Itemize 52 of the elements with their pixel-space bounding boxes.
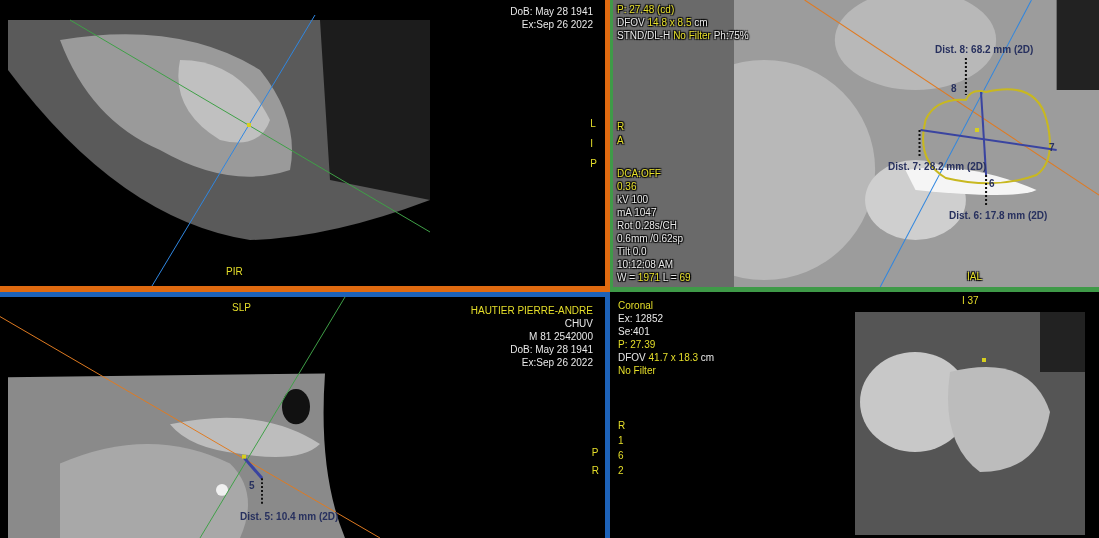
info-line: Ex:Sep 26 2022 (521, 357, 593, 369)
orientation-label: P (590, 158, 597, 170)
info-line: kV 100 (617, 194, 649, 206)
orientation-label: 1 (618, 435, 625, 447)
info-line: P: 27.39 (618, 339, 656, 351)
measurement-drawing (242, 456, 264, 506)
measurement-number: 7 (1049, 142, 1055, 153)
info-line: DFOV 41.7 x 18.3 cm (618, 352, 715, 364)
info-line: DCA:OFF (617, 168, 661, 180)
info-line: Ex: 12852 (618, 313, 664, 325)
orientation-label: PIR (226, 266, 243, 278)
orientation-label: P (591, 447, 599, 459)
info-line: DFOV 14.8 x 8.5 cm (617, 17, 708, 29)
info-line: Se:401 (618, 326, 650, 338)
info-line: 10:12:08 AM (617, 259, 674, 271)
info-line: 0.6mm /0.62sp (617, 233, 684, 245)
center-marker-icon (982, 358, 986, 362)
info-line: Ex:Sep 26 2022 (521, 19, 593, 31)
info-line: Rot 0.28s/CH (617, 220, 678, 232)
info-line: 0.36 (617, 181, 637, 193)
info-line: M 81 2542000 (529, 331, 593, 343)
info-line: Tilt 0.0 (617, 246, 647, 258)
info-line: HAUTIER PIERRE-ANDRE (470, 305, 593, 317)
orientation-label: R (618, 420, 626, 432)
orientation-label: 6 (618, 450, 625, 462)
viewport-panel[interactable]: DoB: May 28 1941 Ex:Sep 26 2022 L I P PIR (0, 0, 610, 292)
info-line: DoB: May 28 1941 (510, 6, 593, 18)
center-marker-icon (975, 128, 979, 132)
center-marker-icon (247, 123, 251, 127)
measurement-number: 5 (249, 480, 255, 491)
orientation-label: R (591, 465, 599, 477)
measurement-label: Dist. 6: 17.8 mm (2D) (949, 210, 1048, 221)
measurement-label: Dist. 5: 10.4 mm (2D) (240, 511, 339, 522)
orientation-label: SLP (232, 302, 251, 314)
info-line: P: 27.48 (cd) (617, 4, 675, 16)
info-line: STND/DL-H No Filter Ph:75% (617, 30, 749, 42)
measurement-number: 8 (951, 83, 957, 94)
orientation-label: L (590, 118, 597, 130)
orientation-label: I 37 (962, 295, 979, 307)
orientation-label: IAL (967, 271, 982, 283)
info-line: DoB: May 28 1941 (510, 344, 593, 356)
orientation-label: R (617, 121, 625, 133)
orientation-label: A (617, 135, 625, 147)
info-line: W = 1971 L = 69 (617, 272, 691, 284)
info-line: CHUV (564, 318, 593, 330)
orientation-label: I (590, 138, 595, 150)
info-line: No Filter (618, 365, 656, 377)
center-marker-icon (242, 454, 246, 459)
orientation-label: 2 (618, 465, 625, 477)
info-line: mA 1047 (617, 207, 657, 219)
info-line: Coronal (618, 300, 654, 312)
viewport-panel[interactable]: HAUTIER PIERRE-ANDRE CHUV M 81 2542000 DoB: May 28 1941 Ex:Sep 26 2022 P R SLP Dist. 5: 10.4 mm (2D) 5 (0, 292, 610, 538)
